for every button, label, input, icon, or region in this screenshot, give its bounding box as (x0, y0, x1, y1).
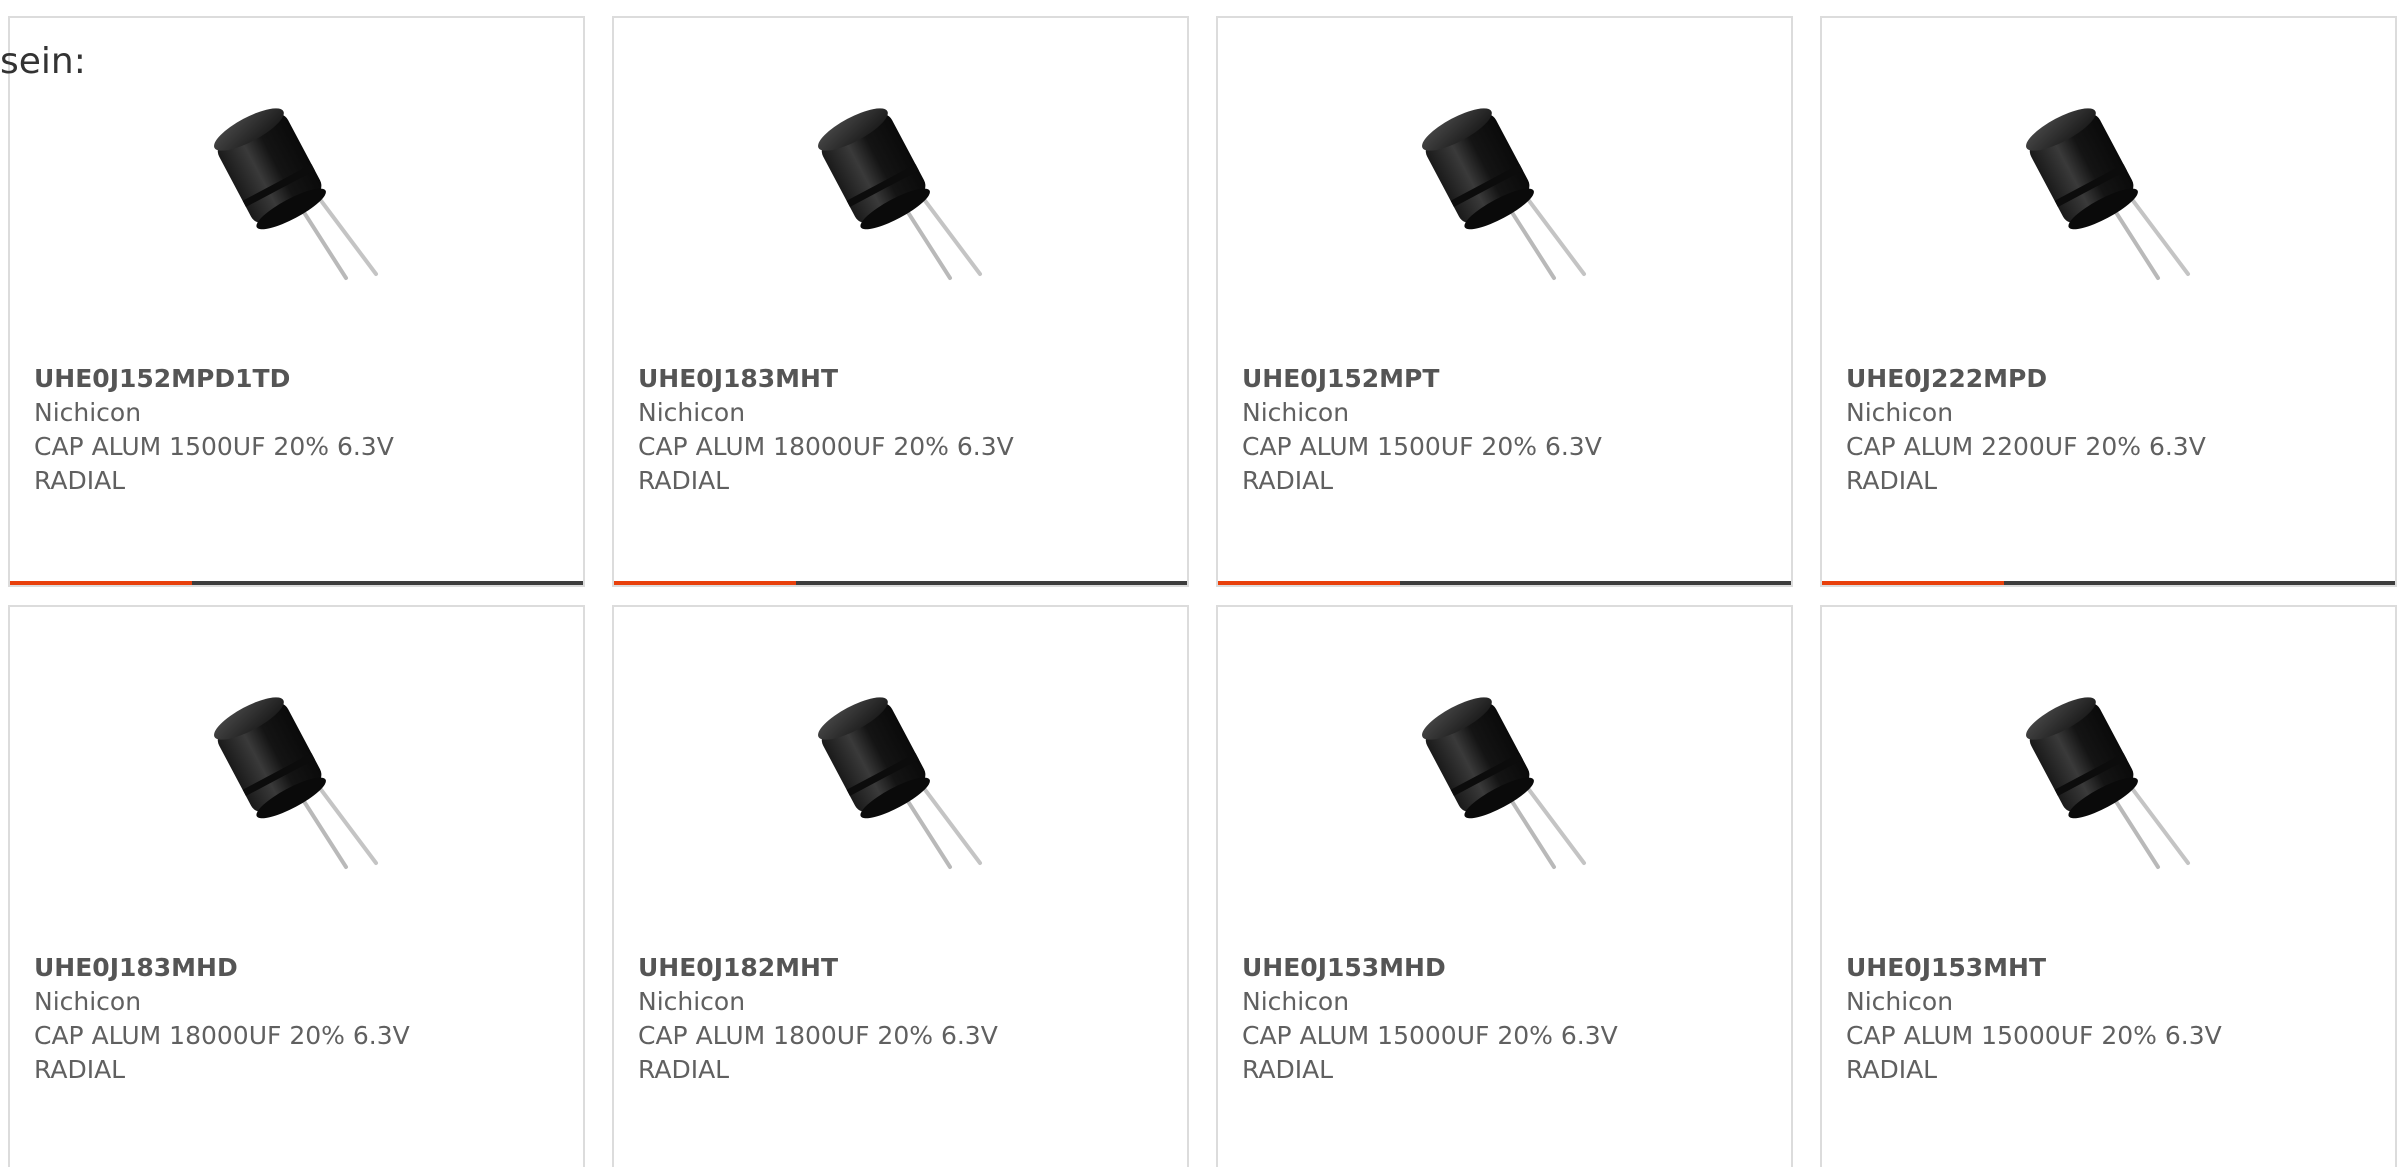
part-number-link[interactable]: UHE0J153MHT (1846, 951, 2366, 985)
product-card[interactable]: UHE0J222MPD Nichicon CAP ALUM 2200UF 20%… (1820, 16, 2397, 587)
manufacturer-name: Nichicon (34, 987, 142, 1016)
product-info: UHE0J152MPT Nichicon CAP ALUM 1500UF 20%… (1242, 362, 1762, 498)
manufacturer-name: Nichicon (1846, 987, 1954, 1016)
product-card[interactable]: UHE0J182MHT Nichicon CAP ALUM 1800UF 20%… (612, 605, 1189, 1167)
manufacturer-name: Nichicon (638, 398, 746, 427)
card-footer-bar (10, 581, 583, 585)
product-description-line2: RADIAL (1846, 1055, 1938, 1084)
card-footer-accent (1218, 581, 1400, 585)
product-card[interactable]: UHE0J152MPT Nichicon CAP ALUM 1500UF 20%… (1216, 16, 1793, 587)
product-description-line1: CAP ALUM 15000UF 20% 6.3V (1846, 1021, 2222, 1050)
manufacturer-name: Nichicon (1242, 987, 1350, 1016)
card-footer-bar (614, 581, 1187, 585)
product-card[interactable]: UHE0J183MHT Nichicon CAP ALUM 18000UF 20… (612, 16, 1189, 587)
capacitor-image[interactable] (798, 90, 1008, 300)
capacitor-image[interactable] (2006, 679, 2216, 889)
product-info: UHE0J183MHT Nichicon CAP ALUM 18000UF 20… (638, 362, 1158, 498)
manufacturer-name: Nichicon (34, 398, 142, 427)
part-number-link[interactable]: UHE0J222MPD (1846, 362, 2366, 396)
product-description-line1: CAP ALUM 1500UF 20% 6.3V (34, 432, 394, 461)
product-description-line2: RADIAL (638, 1055, 730, 1084)
intro-text: sein: (0, 41, 86, 82)
product-description-line2: RADIAL (1242, 466, 1334, 495)
manufacturer-name: Nichicon (638, 987, 746, 1016)
capacitor-image[interactable] (798, 679, 1008, 889)
card-footer-accent (10, 581, 192, 585)
product-description-line1: CAP ALUM 1500UF 20% 6.3V (1242, 432, 1602, 461)
part-number-link[interactable]: UHE0J152MPT (1242, 362, 1762, 396)
card-footer-bar (1218, 581, 1791, 585)
capacitor-image[interactable] (194, 679, 404, 889)
product-description-line1: CAP ALUM 15000UF 20% 6.3V (1242, 1021, 1618, 1050)
part-number-link[interactable]: UHE0J152MPD1TD (34, 362, 554, 396)
part-number-link[interactable]: UHE0J183MHD (34, 951, 554, 985)
product-description-line2: RADIAL (638, 466, 730, 495)
card-footer-bar (1822, 581, 2395, 585)
product-description-line1: CAP ALUM 2200UF 20% 6.3V (1846, 432, 2206, 461)
part-number-link[interactable]: UHE0J153MHD (1242, 951, 1762, 985)
manufacturer-name: Nichicon (1242, 398, 1350, 427)
product-description-line1: CAP ALUM 18000UF 20% 6.3V (638, 432, 1014, 461)
product-info: UHE0J222MPD Nichicon CAP ALUM 2200UF 20%… (1846, 362, 2366, 498)
product-info: UHE0J153MHD Nichicon CAP ALUM 15000UF 20… (1242, 951, 1762, 1087)
product-card[interactable]: UHE0J152MPD1TD Nichicon CAP ALUM 1500UF … (8, 16, 585, 587)
part-number-link[interactable]: UHE0J183MHT (638, 362, 1158, 396)
capacitor-image[interactable] (1402, 90, 1612, 300)
capacitor-image[interactable] (1402, 679, 1612, 889)
card-footer-accent (614, 581, 796, 585)
manufacturer-name: Nichicon (1846, 398, 1954, 427)
product-description-line2: RADIAL (34, 466, 126, 495)
product-info: UHE0J152MPD1TD Nichicon CAP ALUM 1500UF … (34, 362, 554, 498)
capacitor-image[interactable] (2006, 90, 2216, 300)
product-info: UHE0J182MHT Nichicon CAP ALUM 1800UF 20%… (638, 951, 1158, 1087)
product-card[interactable]: UHE0J153MHT Nichicon CAP ALUM 15000UF 20… (1820, 605, 2397, 1167)
product-info: UHE0J183MHD Nichicon CAP ALUM 18000UF 20… (34, 951, 554, 1087)
product-info: UHE0J153MHT Nichicon CAP ALUM 15000UF 20… (1846, 951, 2366, 1087)
product-description-line2: RADIAL (1242, 1055, 1334, 1084)
card-footer-accent (1822, 581, 2004, 585)
part-number-link[interactable]: UHE0J182MHT (638, 951, 1158, 985)
product-description-line2: RADIAL (1846, 466, 1938, 495)
capacitor-image[interactable] (194, 90, 404, 300)
product-card[interactable]: UHE0J153MHD Nichicon CAP ALUM 15000UF 20… (1216, 605, 1793, 1167)
product-grid-page: sein: UHE0J152MPD1TD Nichicon CAP ALUM 1… (0, 0, 2400, 1167)
product-card[interactable]: UHE0J183MHD Nichicon CAP ALUM 18000UF 20… (8, 605, 585, 1167)
product-description-line1: CAP ALUM 18000UF 20% 6.3V (34, 1021, 410, 1050)
product-description-line2: RADIAL (34, 1055, 126, 1084)
product-description-line1: CAP ALUM 1800UF 20% 6.3V (638, 1021, 998, 1050)
